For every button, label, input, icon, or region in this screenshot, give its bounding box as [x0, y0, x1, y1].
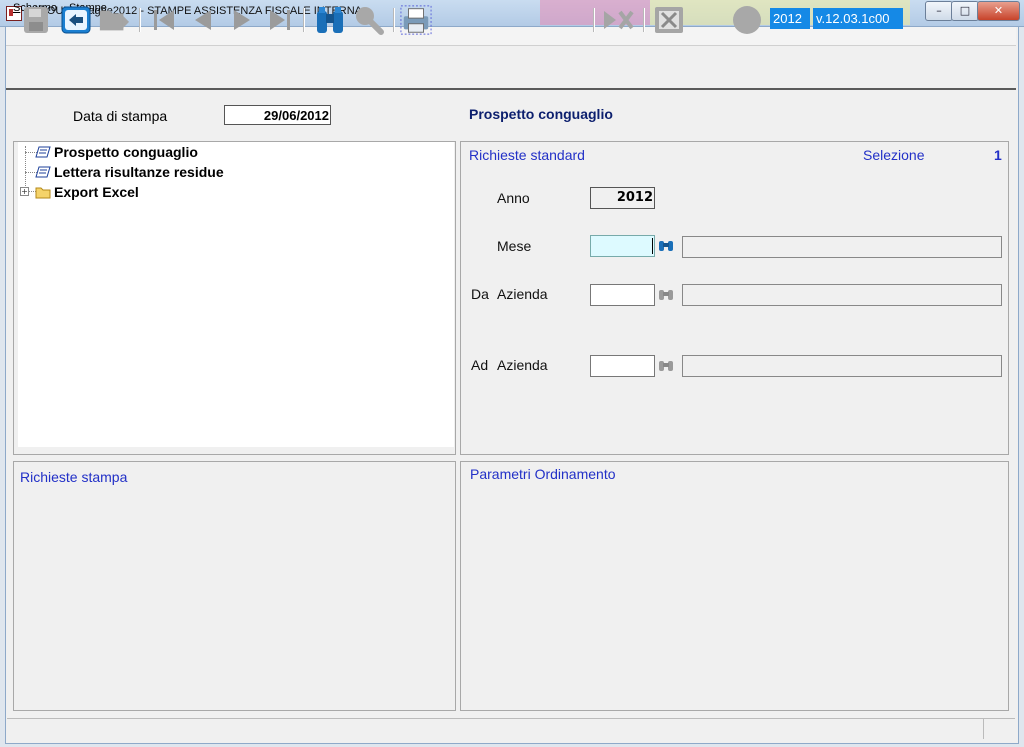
mese-field[interactable] [590, 235, 655, 257]
search-button[interactable] [314, 5, 346, 35]
report-icon [35, 166, 51, 181]
da-azienda-description [682, 284, 1002, 306]
print-requests-panel [13, 461, 456, 711]
binoculars-icon [659, 361, 673, 371]
tree-item-lettera-risultanze-residue[interactable]: Lettera risultanze residue [54, 164, 224, 180]
mese-lookup-button[interactable] [658, 238, 674, 255]
binoculars-icon [659, 290, 673, 300]
back-icon [61, 6, 91, 34]
text-cursor [652, 238, 653, 254]
selection-label: Selezione [863, 147, 925, 163]
binoculars-icon [317, 7, 343, 33]
magnifier-icon [356, 7, 384, 35]
da-azienda-lookup-button[interactable] [658, 287, 674, 304]
print-date-field[interactable]: 29/06/2012 [224, 105, 331, 125]
back-button[interactable] [60, 5, 92, 35]
da-azienda-label: Azienda [497, 286, 548, 302]
expand-icon[interactable]: + [20, 187, 29, 196]
minimize-button[interactable]: – [925, 1, 953, 21]
excel-export-button[interactable] [653, 5, 685, 35]
open-button[interactable] [98, 5, 130, 35]
toolbar-separator [303, 8, 305, 32]
print-date-label: Data di stampa [73, 108, 168, 124]
toolbar [6, 46, 1016, 90]
page-title: Prospetto conguaglio [469, 106, 613, 122]
status-indicator [731, 5, 763, 35]
status-circle-icon [733, 6, 761, 34]
mese-label: Mese [497, 238, 532, 254]
da-prefix-label: Da [471, 286, 489, 302]
da-azienda-field[interactable] [590, 284, 655, 306]
ad-prefix-label: Ad [471, 357, 489, 373]
report-icon [35, 146, 51, 161]
anno-label: Anno [497, 190, 530, 206]
ad-azienda-lookup-button[interactable] [658, 358, 674, 375]
save-button[interactable] [20, 5, 52, 35]
toolbar-separator [139, 8, 141, 32]
sort-parameters-panel [460, 461, 1009, 711]
anno-field[interactable]: 2012 [590, 187, 655, 209]
print-preview-button[interactable] [400, 5, 432, 35]
ad-azienda-field[interactable] [590, 355, 655, 377]
next-record-icon [234, 10, 250, 30]
previous-record-button[interactable] [187, 5, 219, 35]
skip-icon [604, 10, 634, 30]
first-record-icon [154, 10, 174, 30]
last-record-icon [270, 10, 290, 30]
last-record-button[interactable] [264, 5, 296, 35]
sort-parameters-heading: Parametri Ordinamento [470, 466, 616, 482]
ad-azienda-description [682, 355, 1002, 377]
save-icon [24, 7, 48, 33]
status-bar [7, 718, 1015, 741]
excel-export-icon [655, 7, 683, 33]
next-record-button[interactable] [226, 5, 258, 35]
print-requests-heading: Richieste stampa [20, 469, 128, 485]
print-preview-icon [400, 5, 432, 35]
previous-record-icon [195, 10, 211, 30]
close-button[interactable]: ✕ [977, 1, 1020, 21]
status-bar-cell [983, 719, 1014, 739]
mese-description [682, 236, 1002, 258]
zoom-button[interactable] [353, 5, 385, 35]
skip-button[interactable] [602, 5, 634, 35]
maximize-button[interactable]: □ [951, 1, 979, 21]
open-folder-icon [99, 10, 130, 31]
selection-value: 1 [994, 147, 1002, 163]
standard-requests-heading: Richieste standard [469, 147, 585, 163]
year-badge: 2012 [770, 8, 810, 29]
version-badge: v.12.03.1c00 [813, 8, 903, 29]
toolbar-separator [643, 8, 645, 32]
binoculars-icon [659, 241, 673, 251]
tree-item-export-excel[interactable]: Export Excel [54, 184, 139, 200]
first-record-button[interactable] [148, 5, 180, 35]
toolbar-separator [393, 8, 395, 32]
folder-icon [35, 186, 51, 202]
toolbar-separator [593, 8, 595, 32]
tree-item-prospetto-conguaglio[interactable]: Prospetto conguaglio [54, 144, 198, 160]
ad-azienda-label: Azienda [497, 357, 548, 373]
